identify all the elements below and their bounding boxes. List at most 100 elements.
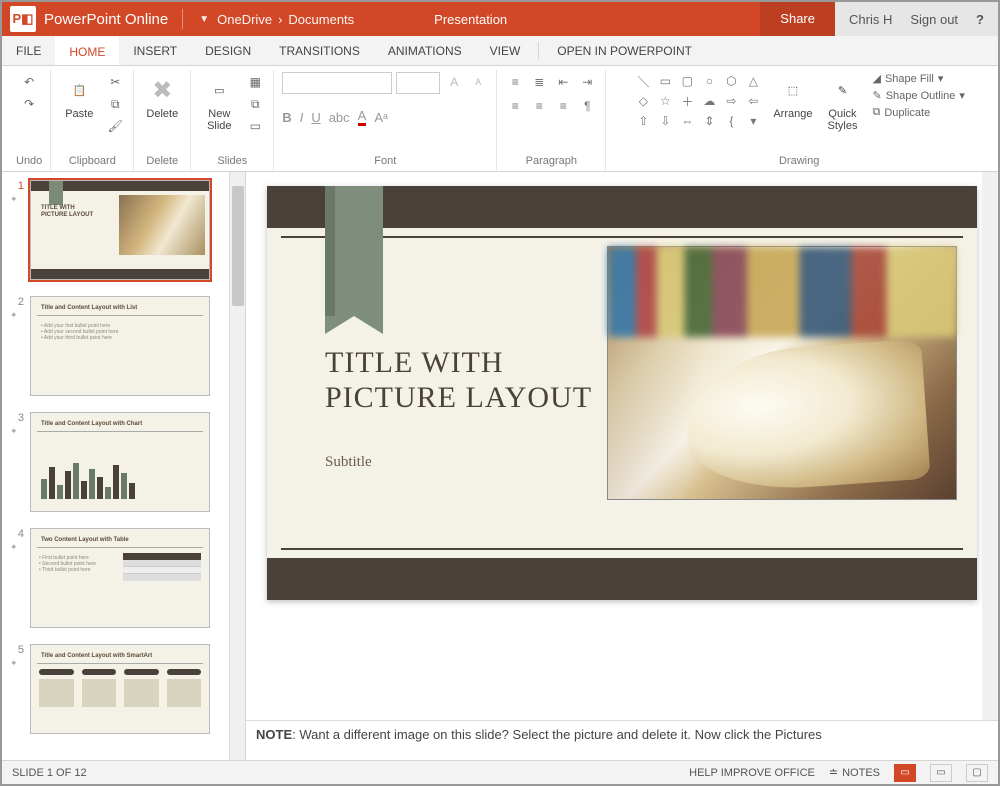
shape-line-icon[interactable]: ＼ (633, 72, 653, 90)
breadcrumb-sep: › (278, 12, 282, 27)
chevron-down-icon[interactable]: ▼ (199, 14, 209, 25)
slide-counter[interactable]: SLIDE 1 OF 12 (12, 767, 87, 779)
open-in-powerpoint[interactable]: OPEN IN POWERPOINT (543, 36, 706, 65)
shape-star-icon[interactable]: ☆ (655, 92, 675, 110)
note-label: NOTE (256, 727, 292, 742)
tab-design[interactable]: DESIGN (191, 36, 265, 65)
shape-diamond-icon[interactable]: ◇ (633, 92, 653, 110)
notes-toggle[interactable]: ≐NOTES (829, 766, 880, 779)
normal-view-button[interactable]: ▭ (894, 764, 916, 782)
tab-insert[interactable]: INSERT (119, 36, 191, 65)
italic-button[interactable]: I (300, 110, 304, 125)
slide-thumbnail[interactable]: Title and Content Layout with SmartArt (30, 644, 210, 734)
duplicate-slide-button[interactable]: ⧉ (245, 94, 265, 114)
underline-button[interactable]: U (311, 110, 320, 125)
duplicate-button[interactable]: ⧉Duplicate (872, 106, 964, 119)
cut-button[interactable]: ✂ (105, 72, 125, 92)
shape-tri-icon[interactable]: △ (743, 72, 763, 90)
document-title[interactable]: Presentation (434, 12, 507, 27)
tab-view[interactable]: VIEW (476, 36, 535, 65)
shape-callout-icon[interactable]: ☁ (699, 92, 719, 110)
bold-button[interactable]: B (282, 110, 291, 125)
layout-button[interactable]: ▦ (245, 72, 265, 92)
shape-arrow-d-icon[interactable]: ⇩ (655, 112, 675, 130)
bookmark-graphic[interactable] (325, 186, 383, 316)
undo-button[interactable]: ↶ (19, 72, 39, 92)
tab-home[interactable]: HOME (55, 36, 119, 65)
numbering-button[interactable]: ≣ (529, 72, 549, 92)
share-button[interactable]: Share (760, 2, 835, 36)
shape-brace-icon[interactable]: { (721, 112, 741, 130)
shape-more-icon[interactable]: ▾ (743, 112, 763, 130)
align-left-button[interactable]: ≡ (505, 96, 525, 116)
slideshow-button[interactable]: ▢ (966, 764, 988, 782)
shape-rect-icon[interactable]: ▭ (655, 72, 675, 90)
signout-link[interactable]: Sign out (910, 12, 958, 27)
breadcrumb-item[interactable]: Documents (288, 12, 354, 27)
shape-outline-button[interactable]: ✎Shape Outline▾ (872, 89, 964, 102)
align-center-button[interactable]: ≡ (529, 96, 549, 116)
tab-transitions[interactable]: TRANSITIONS (265, 36, 374, 65)
shape-oval-icon[interactable]: ○ (699, 72, 719, 90)
shape-fill-button[interactable]: ◢Shape Fill▾ (872, 72, 964, 85)
align-right-button[interactable]: ≡ (553, 96, 573, 116)
reading-view-button[interactable]: ▭ (930, 764, 952, 782)
shape-arrow-l-icon[interactable]: ⇦ (743, 92, 763, 110)
pen-icon: ✎ (872, 89, 881, 102)
shape-arrow-ud-icon[interactable]: ⇕ (699, 112, 719, 130)
thumbnail-item[interactable]: 1✦ TITLE WITH PICTURE LAYOUT (2, 172, 245, 288)
text-direction-button[interactable]: ¶ (577, 96, 597, 116)
strike-button[interactable]: abc (329, 110, 350, 125)
slide-canvas[interactable]: TITLE WITH PICTURE LAYOUT Subtitle (267, 186, 977, 600)
help-improve-link[interactable]: HELP IMPROVE OFFICE (689, 767, 815, 779)
shape-plus-icon[interactable]: ＋ (677, 92, 697, 110)
shapes-gallery[interactable]: ＼▭▢○⬡△ ◇☆＋☁⇨⇦ ⇧⇩⇔⇕{▾ (633, 72, 763, 130)
indent-right-button[interactable]: ⇥ (577, 72, 597, 92)
redo-button[interactable]: ↷ (19, 94, 39, 114)
thumbnail-item[interactable]: 4✦ Two Content Layout with Table • First… (2, 520, 245, 636)
slide-subtitle[interactable]: Subtitle (325, 454, 372, 471)
bullets-button[interactable]: ≡ (505, 72, 525, 92)
new-slide-button[interactable]: ▭ New Slide (199, 72, 239, 134)
arrange-button[interactable]: ⬚ Arrange (769, 72, 816, 122)
tab-file[interactable]: FILE (2, 36, 55, 65)
breadcrumb[interactable]: OneDrive › Documents (217, 12, 354, 27)
thumbnail-item[interactable]: 2✦ Title and Content Layout with List • … (2, 288, 245, 404)
indent-left-button[interactable]: ⇤ (553, 72, 573, 92)
thumbnail-item[interactable]: 3✦ Title and Content Layout with Chart (2, 404, 245, 520)
shape-rrect-icon[interactable]: ▢ (677, 72, 697, 90)
format-painter-button[interactable]: 🖌 (105, 116, 125, 136)
shape-arrow-lr-icon[interactable]: ⇔ (677, 112, 697, 130)
help-icon[interactable]: ? (976, 12, 984, 27)
slide-thumbnail[interactable]: Title and Content Layout with Chart (30, 412, 210, 512)
shape-hex-icon[interactable]: ⬡ (721, 72, 741, 90)
shrink-font-button[interactable]: A (468, 72, 488, 92)
grow-font-button[interactable]: A (444, 72, 464, 92)
thumbnail-panel[interactable]: 1✦ TITLE WITH PICTURE LAYOUT 2✦ Title an… (2, 172, 246, 760)
slide-thumbnail[interactable]: TITLE WITH PICTURE LAYOUT (30, 180, 210, 280)
slide-thumbnail[interactable]: Two Content Layout with Table • First bu… (30, 528, 210, 628)
scrollbar-handle[interactable] (232, 186, 244, 306)
font-family-select[interactable] (282, 72, 392, 94)
slide-title[interactable]: TITLE WITH PICTURE LAYOUT (325, 346, 592, 415)
font-size-select[interactable] (396, 72, 440, 94)
highlight-button[interactable]: Aᵃ (374, 110, 388, 125)
shape-arrow-u-icon[interactable]: ⇧ (633, 112, 653, 130)
user-name[interactable]: Chris H (849, 12, 892, 27)
slide-thumbnail[interactable]: Title and Content Layout with List • Add… (30, 296, 210, 396)
paste-button[interactable]: 📋 Paste (59, 72, 99, 122)
thumbnail-item[interactable]: 5✦ Title and Content Layout with SmartAr… (2, 636, 245, 742)
scrollbar[interactable] (229, 172, 245, 760)
breadcrumb-item[interactable]: OneDrive (217, 12, 272, 27)
ribbon: ↶ ↷ Undo 📋 Paste ✂ ⧉ 🖌 Clipboard ✖ Delet… (2, 66, 998, 172)
scrollbar[interactable] (982, 172, 998, 720)
quick-styles-button[interactable]: ✎ Quick Styles (822, 72, 862, 134)
font-color-button[interactable]: A (358, 108, 367, 126)
delete-button[interactable]: ✖ Delete (142, 72, 182, 122)
slide-image[interactable] (607, 246, 957, 500)
shape-arrow-r-icon[interactable]: ⇨ (721, 92, 741, 110)
notes-pane[interactable]: NOTE: Want a different image on this sli… (246, 720, 998, 760)
tab-animations[interactable]: ANIMATIONS (374, 36, 476, 65)
hide-slide-button[interactable]: ▭ (245, 116, 265, 136)
copy-button[interactable]: ⧉ (105, 94, 125, 114)
